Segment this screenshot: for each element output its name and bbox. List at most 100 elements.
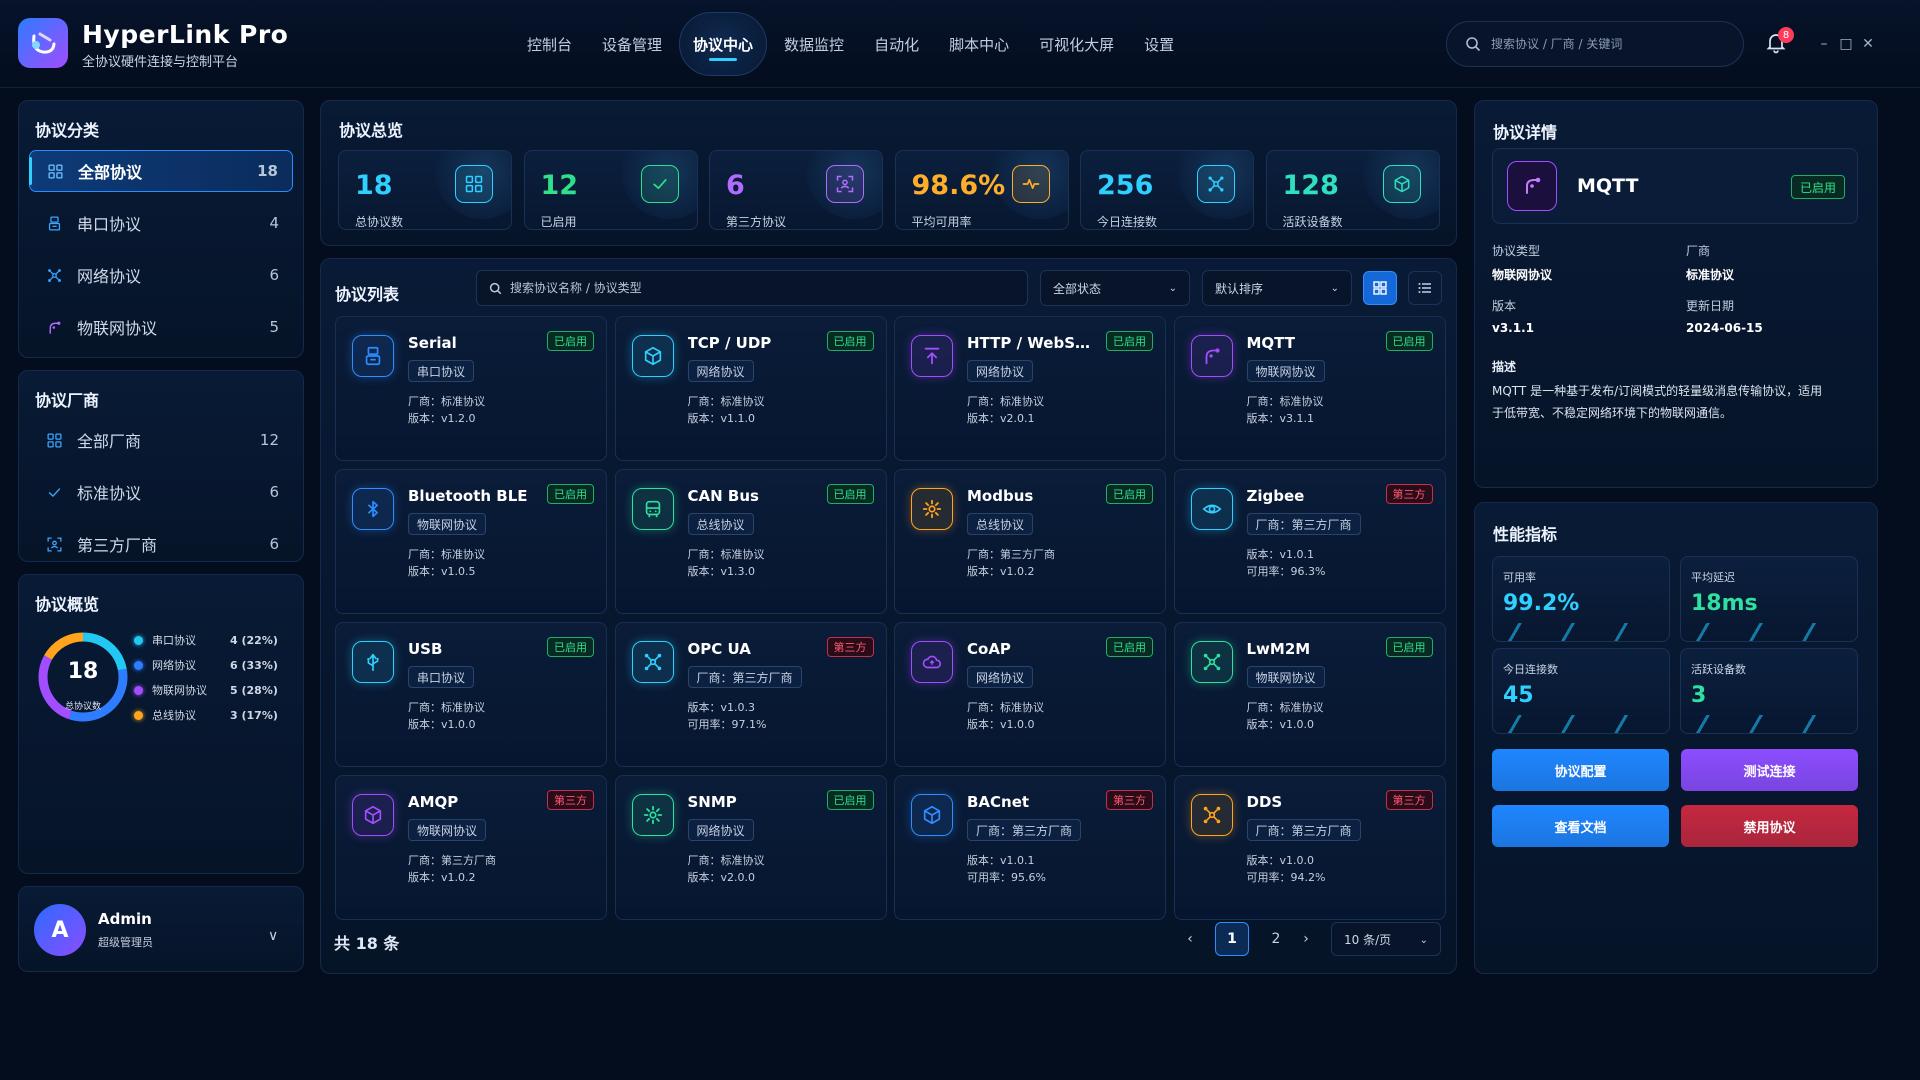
page-button-1[interactable]: 1 — [1215, 922, 1249, 956]
grid-icon — [45, 431, 63, 449]
scan-icon — [826, 165, 864, 203]
protocol-name: MQTT — [1246, 334, 1296, 352]
avatar[interactable]: A — [34, 904, 86, 956]
page-button-2[interactable]: 2 — [1259, 922, 1293, 956]
protocol-card-7[interactable]: Zigbee 第三方 厂商：第三方厂商 版本：v1.0.1 可用率：96.3% — [1173, 469, 1446, 614]
protocol-card-11[interactable]: LwM2M 已启用 物联网协议 厂商：标准协议 版本：v1.0.0 — [1173, 622, 1446, 767]
protocol-info-line2: 版本：v1.0.2 — [408, 871, 476, 884]
nav-item-4[interactable]: 自动化 — [861, 12, 932, 76]
legend-item-0: 串口协议 4 (22%) — [134, 632, 278, 648]
categories-label: 全部协议 — [78, 163, 143, 182]
grid-icon — [46, 162, 64, 180]
metric-stripes — [1493, 623, 1669, 641]
stat-card-0[interactable]: 18 总协议数 — [338, 150, 512, 230]
top-bar: HyperLink Pro 全协议硬件连接与控制平台 控制台 设备管理 协议中心 数据… — [0, 0, 1920, 88]
stat-value: 98.6% — [911, 170, 1006, 201]
nav-item-3[interactable]: 数据监控 — [771, 12, 857, 76]
protocol-card-2[interactable]: HTTP / WebSocket 已启用 网络协议 厂商：标准协议 版本：v2.… — [894, 316, 1166, 461]
app-title: HyperLink Pro — [82, 20, 289, 49]
protocol-card-15[interactable]: DDS 第三方 厂商：第三方厂商 版本：v1.0.0 可用率：94.2% — [1173, 775, 1446, 920]
protocol-card-6[interactable]: Modbus 已启用 总线协议 厂商：第三方厂商 版本：v1.0.2 — [894, 469, 1166, 614]
metric-value: 45 — [1503, 683, 1534, 708]
notification-bell[interactable]: 8 — [1764, 27, 1794, 58]
overview-total: 18 — [67, 659, 99, 684]
protocol-search[interactable] — [476, 270, 1028, 306]
nav-item-6[interactable]: 可视化大屏 — [1026, 12, 1127, 76]
sort-select[interactable]: 默认排序 ⌄ — [1202, 270, 1352, 306]
protocol-status-badge: 已启用 — [1106, 331, 1153, 351]
protocol-card-5[interactable]: CAN Bus 已启用 总线协议 厂商：标准协议 版本：v1.3.0 — [614, 469, 887, 614]
global-search-input[interactable] — [1491, 37, 1711, 51]
protocol-card-12[interactable]: AMQP 第三方 物联网协议 厂商：第三方厂商 版本：v1.0.2 — [335, 775, 607, 920]
action-button-1[interactable]: 测试连接 — [1681, 749, 1858, 791]
close-icon[interactable]: ✕ — [1860, 36, 1876, 52]
protocol-card-3[interactable]: MQTT 已启用 物联网协议 厂商：标准协议 版本：v3.1.1 — [1173, 316, 1446, 461]
protocol-info-line2: 版本：v1.3.0 — [687, 565, 756, 578]
vendors-item-2[interactable]: 第三方厂商 6 — [29, 523, 293, 565]
nav-item-5[interactable]: 脚本中心 — [936, 12, 1022, 76]
nav-item-2[interactable]: 协议中心 — [679, 12, 768, 76]
maximize-icon[interactable]: □ — [1838, 36, 1854, 52]
action-button-3[interactable]: 禁用协议 — [1681, 805, 1858, 847]
nav-item-7[interactable]: 设置 — [1131, 12, 1187, 76]
network-icon — [45, 266, 63, 284]
categories-item-3[interactable]: 物联网协议 5 — [29, 306, 293, 348]
upload-icon — [911, 335, 953, 377]
metric-label: 可用率 — [1503, 571, 1536, 584]
categories-item-1[interactable]: 串口协议 4 — [29, 202, 293, 244]
user-menu-chevron-icon[interactable]: ∨ — [268, 928, 278, 944]
app-logo[interactable] — [18, 18, 68, 68]
protocol-name: Zigbee — [1246, 487, 1305, 505]
action-button-0[interactable]: 协议配置 — [1492, 749, 1669, 791]
legend-item-3: 总线协议 3 (17%) — [134, 707, 278, 723]
link-logo-icon — [32, 32, 56, 54]
categories-item-0[interactable]: 全部协议 18 — [29, 150, 293, 192]
legend-dot — [134, 710, 143, 720]
grid-view-button[interactable] — [1363, 271, 1397, 305]
protocol-card-1[interactable]: TCP / UDP 已启用 网络协议 厂商：标准协议 版本：v1.1.0 — [614, 316, 887, 461]
categories-item-2[interactable]: 网络协议 6 — [29, 254, 293, 296]
next-page-button[interactable]: › — [1292, 922, 1320, 956]
serial-icon — [45, 214, 63, 232]
cube-icon — [352, 794, 394, 836]
protocol-card-0[interactable]: Serial 已启用 串口协议 厂商：标准协议 版本：v1.2.0 — [335, 316, 607, 461]
categories-label: 物联网协议 — [77, 319, 158, 338]
page-size-select[interactable]: 10 条/页 ⌄ — [1331, 922, 1441, 956]
protocol-card-10[interactable]: CoAP 已启用 网络协议 厂商：标准协议 版本：v1.0.0 — [894, 622, 1166, 767]
metric-card-0: 可用率 99.2% — [1492, 556, 1670, 642]
stat-card-5[interactable]: 128 活跃设备数 — [1265, 150, 1440, 230]
vendors-item-1[interactable]: 标准协议 6 — [29, 471, 293, 513]
nav-item-1[interactable]: 设备管理 — [589, 12, 675, 76]
action-button-2[interactable]: 查看文档 — [1492, 805, 1669, 847]
global-search[interactable] — [1446, 21, 1744, 67]
status-filter-select[interactable]: 全部状态 ⌄ — [1040, 270, 1190, 306]
list-view-button[interactable] — [1408, 271, 1442, 305]
protocol-tag: 总线协议 — [687, 513, 754, 535]
protocol-status-badge: 已启用 — [547, 484, 594, 504]
metric-label: 今日连接数 — [1503, 663, 1558, 676]
detail-status-badge: 已启用 — [1790, 175, 1845, 199]
protocol-search-input[interactable] — [510, 281, 990, 295]
protocol-tag: 总线协议 — [967, 513, 1034, 535]
stat-card-1[interactable]: 12 已启用 — [523, 150, 698, 230]
pulse-icon — [1011, 165, 1050, 203]
grid-icon — [455, 165, 493, 203]
protocol-card-13[interactable]: SNMP 已启用 网络协议 厂商：标准协议 版本：v2.0.0 — [614, 775, 887, 920]
protocol-card-14[interactable]: BACnet 第三方 厂商：第三方厂商 版本：v1.0.1 可用率：95.6% — [894, 775, 1166, 920]
protocol-card-4[interactable]: Bluetooth BLE 已启用 物联网协议 厂商：标准协议 版本：v1.0.… — [335, 469, 607, 614]
serial-icon — [352, 335, 394, 377]
stat-card-2[interactable]: 6 第三方协议 — [709, 150, 883, 230]
protocol-card-9[interactable]: OPC UA 第三方 厂商：第三方厂商 版本：v1.0.3 可用率：97.1% — [614, 622, 887, 767]
stat-card-4[interactable]: 256 今日连接数 — [1080, 150, 1254, 230]
protocol-name: AMQP — [408, 793, 459, 811]
vendors-count: 6 — [269, 483, 279, 501]
minimize-icon[interactable]: – — [1816, 36, 1832, 52]
protocol-tag: 厂商：第三方厂商 — [1246, 513, 1361, 535]
vendors-item-0[interactable]: 全部厂商 12 — [29, 419, 293, 461]
protocol-card-8[interactable]: USB 已启用 串口协议 厂商：标准协议 版本：v1.0.0 — [335, 622, 607, 767]
iot-icon — [1507, 161, 1557, 211]
nav-item-0[interactable]: 控制台 — [514, 12, 585, 76]
prev-page-button[interactable]: ‹ — [1176, 922, 1204, 956]
protocol-name: LwM2M — [1246, 640, 1311, 658]
stat-card-3[interactable]: 98.6% 平均可用率 — [894, 150, 1069, 230]
